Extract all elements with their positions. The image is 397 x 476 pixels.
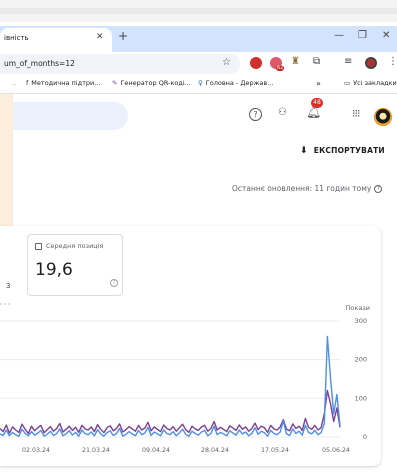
restore-button[interactable]: ❐ (358, 30, 367, 41)
extensions-icon[interactable]: ⧉ (313, 56, 320, 67)
chart-y-axis-title: Покази (346, 304, 370, 312)
notifications-badge: 48 (311, 98, 323, 108)
chart-x-tick-0: 02.03.24 (22, 447, 50, 454)
browser-menu-icon[interactable]: ⋮ (388, 56, 397, 67)
last-updated-text: Останнє оновлення: 11 годин тому (232, 184, 372, 193)
avatar[interactable] (374, 108, 392, 126)
all-bookmarks[interactable]: ▭ Усі закладки (344, 79, 397, 87)
metric-card-average-position[interactable]: Середня позиція 19,6 ? (27, 234, 123, 296)
search-bar[interactable] (0, 102, 128, 130)
bookmark-qr-icon: ✎ (112, 79, 118, 87)
folder-icon: ▭ (344, 79, 351, 87)
metric-help-icon[interactable]: ? (110, 279, 118, 287)
bookmark-item-1[interactable]: ✎ Генератор QR-коді... (112, 79, 191, 87)
last-updated: Останнє оновлення: 11 годин тому? (232, 184, 383, 193)
page-top-strip (0, 0, 397, 22)
chart-x-tick-3: 28.04.24 (201, 447, 229, 454)
bookmark-star-icon[interactable]: ☆ (222, 57, 231, 68)
chart-x-tick-1: 21.03.24 (82, 447, 110, 454)
address-bar-url: um_of_months=12 (4, 59, 75, 68)
performance-chart: Покази 0 100 200 300 02.03.24 21.03.24 09.04.24… (0, 303, 370, 454)
app-header: ? ⚇ 🔔︎ 48 ⁝⁝⁝ (0, 94, 397, 138)
chart-y-tick-2: 200 (355, 356, 367, 364)
reading-list-icon[interactable]: ≡ (344, 56, 352, 67)
bookmark-item-2[interactable]: ♀ Головна - Держав... (198, 79, 273, 87)
page-top-bar (0, 8, 397, 14)
performance-card: 3 Середня позиція 19,6 ? Покази 0 100 200 30… (0, 226, 381, 466)
browser-toolbar: um_of_months=12 ☆ 62 ♜ ⧉ ≡ ⋮ (0, 52, 397, 76)
tab-close-icon[interactable]: ✕ (96, 32, 104, 42)
bookmarks-more-icon[interactable]: » (316, 79, 321, 88)
apps-grid-icon[interactable]: ⁝⁝⁝ (352, 107, 360, 120)
chart-series-line-0 (0, 389, 341, 435)
metric-value: 19,6 (35, 260, 73, 280)
download-icon: ⬇ (300, 146, 308, 156)
chart-x-tick-2: 09.04.24 (142, 447, 170, 454)
info-icon[interactable]: ? (374, 185, 383, 193)
new-tab-button[interactable]: + (118, 29, 128, 43)
bookmark-f-icon: f (26, 79, 29, 87)
extension-stop-icon[interactable] (250, 57, 262, 69)
address-bar[interactable]: um_of_months=12 ☆ (0, 54, 240, 74)
chart-x-tick-5: 05.06.24 (322, 447, 350, 454)
bookmark-separator: .. (12, 79, 17, 87)
metric-card-partial[interactable]: 3 (0, 236, 13, 298)
chart-x-tick-4: 17.05.24 (261, 447, 289, 454)
browser-tab[interactable]: івність ✕ (0, 28, 112, 52)
chart-y-tick-1: 100 (355, 394, 367, 402)
chart-y-tick-3: 300 (355, 317, 367, 325)
chart-y-tick-0: 0 (363, 433, 367, 441)
bookmark-item-0[interactable]: f Методична підтри... (26, 79, 100, 87)
users-icon[interactable]: ⚇ (278, 107, 287, 118)
minimize-button[interactable]: — (334, 30, 344, 41)
export-button[interactable]: ⬇ ЕКСПОРТУВАТИ (300, 146, 385, 160)
bookmark-label: Методична підтри... (31, 79, 101, 87)
bookmarks-bar: .. f Методична підтри... ✎ Генератор QR-ко… (0, 76, 397, 94)
close-window-button[interactable]: ✕ (382, 30, 390, 41)
export-label: ЕКСПОРТУВАТИ (313, 146, 385, 155)
browser-tab-title: івність (4, 34, 29, 42)
bookmark-gov-icon: ♀ (198, 79, 203, 87)
extension-badge: 62 (276, 65, 285, 71)
help-icon[interactable]: ? (249, 108, 262, 121)
profile-icon[interactable] (365, 57, 377, 69)
bookmark-label: Генератор QR-коді... (120, 79, 191, 87)
bookmark-label: Головна - Держав... (205, 79, 274, 87)
metric-checkbox[interactable] (35, 243, 42, 250)
all-bookmarks-label: Усі закладки (353, 79, 397, 87)
metric-partial-value: 3 (6, 282, 11, 290)
browser-tab-strip: івність ✕ + — ❐ ✕ (0, 26, 397, 52)
metric-label: Середня позиція (46, 242, 104, 250)
extension-puzzle-icon[interactable]: ♜ (291, 56, 300, 67)
chart-series-line-1 (0, 335, 341, 437)
